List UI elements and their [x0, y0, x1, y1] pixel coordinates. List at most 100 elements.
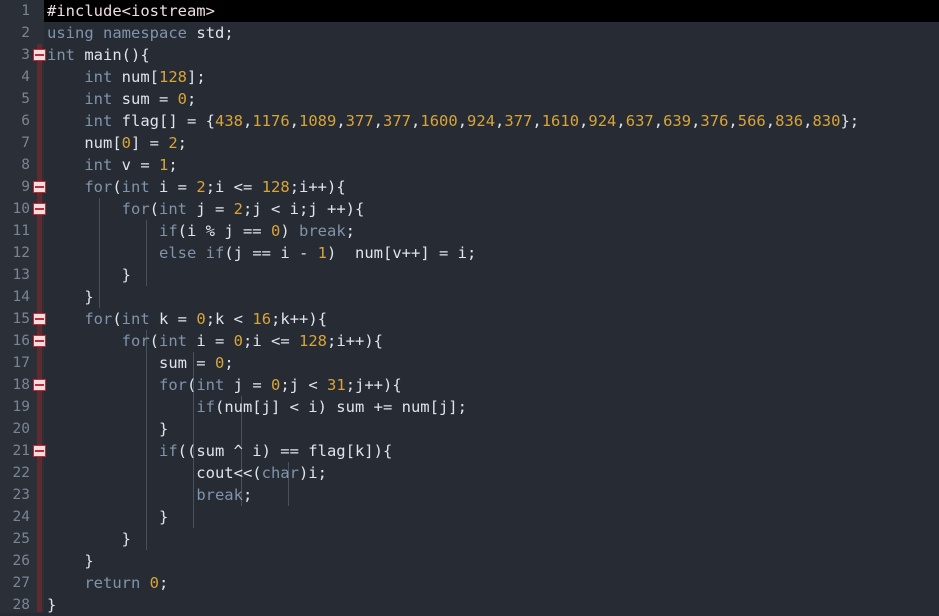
- code-fold-collapse-icon[interactable]: [33, 203, 46, 215]
- token-pln: ;j <: [280, 376, 328, 394]
- token-pln: [47, 486, 196, 504]
- line-number: 19: [12, 399, 30, 415]
- token-pln: ,: [373, 112, 384, 130]
- token-pln: (: [149, 200, 159, 218]
- code-fold-collapse-icon[interactable]: [33, 335, 46, 347]
- token-pln: (j == i -: [224, 244, 318, 262]
- code-fold-collapse-icon[interactable]: [33, 445, 46, 457]
- line-number: 5: [21, 91, 30, 107]
- token-pln: ,: [495, 112, 505, 130]
- code-line[interactable]: 6 int flag[] = {438,1176,1089,377,377,16…: [0, 110, 939, 132]
- token-kw: int: [84, 156, 113, 174]
- token-pln: ;i++){: [289, 178, 346, 196]
- token-num: 2: [168, 134, 178, 152]
- code-text: if((sum ^ i) == flag[k]){: [47, 440, 392, 462]
- code-fold-collapse-icon[interactable]: [33, 379, 46, 391]
- token-pln: }: [47, 288, 94, 306]
- code-text: for(int i = 2;i <= 128;i++){: [47, 176, 346, 198]
- code-line[interactable]: 19 if(num[j] < i) sum += num[j];: [0, 396, 939, 418]
- code-line[interactable]: 21 if((sum ^ i) == flag[k]){: [0, 440, 939, 462]
- code-line[interactable]: 13 }: [0, 264, 939, 286]
- code-line[interactable]: 2 using namespace std;: [0, 22, 939, 44]
- code-line[interactable]: 16 for(int i = 0;i <= 128;i++){: [0, 330, 939, 352]
- token-num: 1600: [420, 112, 458, 130]
- code-line[interactable]: 26 }: [0, 550, 939, 572]
- token-pln: ,: [457, 112, 468, 130]
- token-pln: ,: [579, 112, 589, 130]
- token-pln: (: [149, 332, 159, 350]
- code-line[interactable]: 15 for(int k = 0;k < 16;k++){: [0, 308, 939, 330]
- token-pln: }: [47, 530, 131, 548]
- token-num: 377: [504, 112, 533, 130]
- code-line[interactable]: 24 }: [0, 506, 939, 528]
- token-num: 438: [214, 112, 243, 130]
- token-kw: int: [159, 332, 187, 350]
- code-line[interactable]: 10 for(int j = 2;j < i;j ++){: [0, 198, 939, 220]
- code-line[interactable]: 14 }: [0, 286, 939, 308]
- token-pln: ): [280, 222, 299, 240]
- token-num: 0: [121, 134, 131, 152]
- token-pln: ;k <: [205, 310, 253, 328]
- code-line[interactable]: 23 break;: [0, 484, 939, 506]
- code-text: int sum = 0;: [47, 88, 196, 110]
- token-num: 637: [625, 112, 654, 130]
- code-line[interactable]: 11 if(i % j == 0) break;: [0, 220, 939, 242]
- code-line[interactable]: 17 sum = 0;: [0, 352, 939, 374]
- code-line[interactable]: 22 cout<<(char)i;: [0, 462, 939, 484]
- token-pln: v =: [112, 156, 159, 174]
- token-num: 377: [345, 112, 374, 130]
- token-pln: ;: [345, 222, 356, 240]
- code-fold-collapse-icon[interactable]: [33, 181, 46, 193]
- code-line[interactable]: 7 num[0] = 2;: [0, 132, 939, 154]
- code-line[interactable]: 3 int main(){: [0, 44, 939, 66]
- token-kw: char: [261, 464, 299, 482]
- code-line[interactable]: 1 #include<iostream>: [0, 0, 939, 22]
- code-line[interactable]: 5 int sum = 0;: [0, 88, 939, 110]
- code-line[interactable]: 25 }: [0, 528, 939, 550]
- token-num: 0: [271, 376, 281, 394]
- code-line[interactable]: 8 int v = 1;: [0, 154, 939, 176]
- token-pln: ;: [168, 156, 178, 174]
- code-editor[interactable]: 1 #include<iostream> 2 using namespace std;…: [0, 0, 939, 616]
- code-line[interactable]: 27 return 0;: [0, 572, 939, 594]
- token-pln: ;i <=: [243, 332, 300, 350]
- token-kw: int: [196, 376, 225, 394]
- line-number: 14: [12, 289, 30, 305]
- token-pln: ;i <=: [205, 178, 262, 196]
- token-kw: int: [121, 178, 150, 196]
- code-fold-collapse-icon[interactable]: [33, 313, 46, 325]
- token-pln: ];: [187, 68, 206, 86]
- token-num: 830: [812, 112, 841, 130]
- token-pln: )i;: [298, 464, 327, 482]
- line-number: 11: [12, 223, 30, 239]
- token-pln: (i % j ==: [177, 222, 271, 240]
- token-pln: [140, 574, 149, 592]
- code-line[interactable]: 20 }: [0, 418, 939, 440]
- code-text: int v = 1;: [47, 154, 178, 176]
- code-text: using namespace std;: [47, 22, 234, 44]
- line-number: 25: [12, 531, 30, 547]
- token-pln: ,: [336, 112, 346, 130]
- line-number: 3: [21, 47, 30, 63]
- token-num: 566: [737, 112, 766, 130]
- code-line[interactable]: 4 int num[128];: [0, 66, 939, 88]
- token-num: 0: [149, 574, 160, 592]
- token-kw: if: [205, 244, 225, 262]
- token-num: 1: [317, 244, 327, 262]
- code-line-container[interactable]: 1 #include<iostream> 2 using namespace std;…: [0, 0, 939, 616]
- token-num: 924: [588, 112, 617, 130]
- token-pln: [47, 398, 196, 416]
- token-kw: int: [84, 68, 113, 86]
- token-pln: sum =: [112, 90, 178, 108]
- code-line[interactable]: 12 else if(j == i - 1) num[v++] = i;: [0, 242, 939, 264]
- token-pln: [94, 24, 103, 42]
- token-pln: ) num[v++] = i;: [327, 244, 477, 262]
- code-line[interactable]: 18 for(int j = 0;j < 31;j++){: [0, 374, 939, 396]
- token-kw: int: [47, 46, 75, 64]
- token-kw: else: [158, 244, 197, 262]
- token-pln: (: [112, 310, 122, 328]
- token-pln: ;k++){: [271, 310, 328, 328]
- line-number: 8: [21, 157, 30, 173]
- code-fold-collapse-icon[interactable]: [33, 49, 46, 61]
- code-line[interactable]: 9 for(int i = 2;i <= 128;i++){: [0, 176, 939, 198]
